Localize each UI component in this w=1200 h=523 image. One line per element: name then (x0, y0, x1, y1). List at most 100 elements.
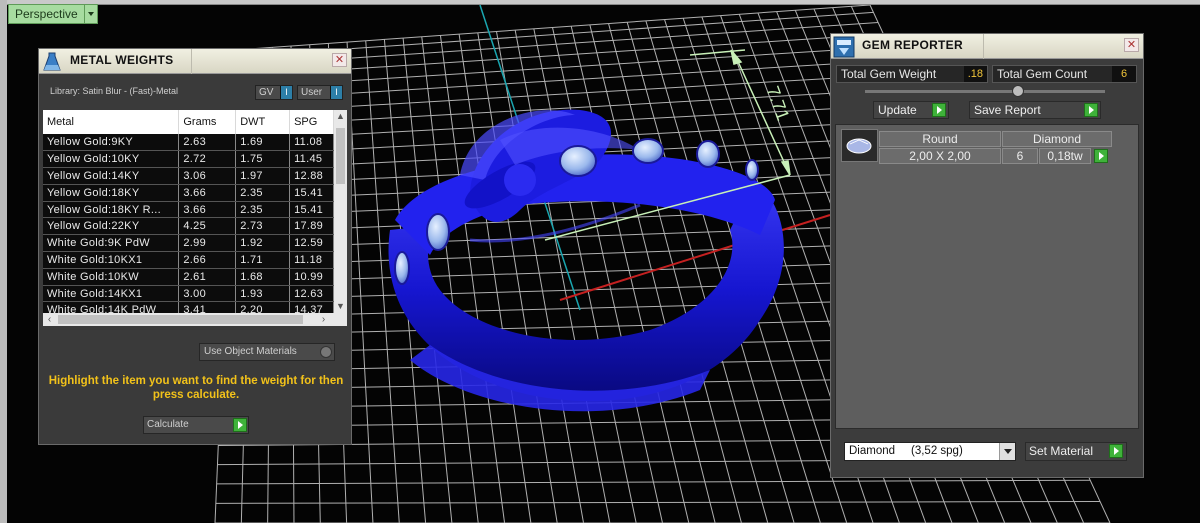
scroll-left-icon[interactable]: ‹ (43, 313, 56, 326)
use-object-materials-label: Use Object Materials (204, 346, 297, 357)
table-cell: Yellow Gold:18KY R... (43, 201, 180, 219)
gem-count: 6 (1002, 148, 1038, 164)
vertical-scrollbar[interactable]: ▲ ▼ (334, 110, 347, 313)
table-row[interactable]: White Gold:10KX1 2.66 1.71 11.18 (43, 251, 334, 269)
scroll-down-icon[interactable]: ▼ (334, 300, 347, 313)
grid-line (608, 23, 742, 523)
gem-list[interactable]: Round Diamond 2,00 X 2,00 6 0,18tw (835, 124, 1139, 429)
save-report-button[interactable]: Save Report (969, 101, 1101, 119)
table-cell: Yellow Gold:18KY (43, 184, 180, 202)
view-mode-label[interactable]: Perspective (8, 4, 85, 24)
table-row[interactable]: Yellow Gold:10KY 2.72 1.75 11.45 (43, 150, 334, 169)
view-mode-dropdown-icon[interactable] (85, 4, 98, 24)
gv-toggle[interactable]: GV I (255, 85, 293, 100)
table-cell: 12.63 (289, 285, 334, 303)
metal-weights-table[interactable]: Metal Grams DWT SPG Yellow Gold:9KY 2.63 1.69… (43, 110, 347, 326)
table-cell: White Gold:10KX1 (43, 251, 180, 269)
table-cell: 1.92 (235, 234, 291, 253)
gem-row-action[interactable] (1092, 148, 1110, 164)
gem-report-icon (833, 36, 855, 58)
table-cell: 3.66 (178, 184, 237, 202)
table-row[interactable]: Yellow Gold:18KY 3.66 2.35 15.41 (43, 184, 334, 202)
help-text: Highlight the item you want to find the … (48, 375, 344, 401)
table-cell: 2.61 (178, 268, 237, 286)
use-object-materials-checkbox[interactable]: Use Object Materials (199, 343, 335, 361)
metal-weights-titlebar[interactable]: METAL WEIGHTS ✕ (39, 49, 351, 74)
table-cell: Yellow Gold:14KY (43, 167, 180, 185)
hscroll-thumb[interactable] (58, 315, 303, 324)
grid-line (589, 24, 716, 523)
table-row[interactable]: White Gold:9K PdW 2.99 1.92 12.59 (43, 234, 334, 253)
save-report-label: Save Report (974, 103, 1041, 117)
gem-shape-header: Round (879, 131, 1001, 147)
grid-line (495, 31, 585, 523)
table-cell: Yellow Gold:9KY (43, 134, 180, 152)
total-gem-weight-value: .18 (963, 66, 987, 82)
column-header[interactable]: SPG (289, 110, 334, 134)
column-header[interactable]: Metal (43, 110, 180, 134)
table-row[interactable]: Yellow Gold:18KY R... 3.66 2.35 15.41 (43, 201, 334, 219)
set-material-label: Set Material (1029, 444, 1094, 458)
gem-reporter-titlebar[interactable]: GEM REPORTER ✕ (831, 34, 1143, 59)
play-icon[interactable] (1094, 148, 1108, 163)
grid-line (234, 4, 871, 51)
top-toolbar-strip (0, 0, 1200, 5)
view-mode-selector[interactable]: Perspective (8, 4, 98, 24)
play-icon[interactable] (233, 418, 247, 432)
table-cell: 1.71 (235, 251, 291, 269)
grid-line (477, 32, 558, 523)
table-cell: 3.66 (178, 201, 237, 219)
update-label: Update (878, 103, 917, 117)
column-header[interactable]: DWT (235, 110, 291, 134)
chevron-down-icon[interactable] (999, 443, 1015, 460)
table-cell: 2.35 (235, 201, 291, 219)
set-material-button[interactable]: Set Material (1025, 442, 1127, 461)
metal-weights-panel: METAL WEIGHTS ✕ Library: Satin Blur - (F… (38, 48, 352, 445)
user-toggle-indicator: I (330, 86, 342, 99)
play-icon[interactable] (932, 103, 946, 117)
material-select[interactable]: Diamond (3,52 spg) (844, 442, 1016, 461)
close-icon[interactable]: ✕ (332, 53, 347, 67)
update-button[interactable]: Update (873, 101, 949, 119)
table-header-row: Metal Grams DWT SPG (43, 110, 334, 134)
horizontal-scrollbar[interactable]: ‹ › (43, 313, 347, 326)
table-cell: 2.66 (178, 251, 237, 269)
close-icon[interactable]: ✕ (1124, 38, 1139, 52)
play-icon[interactable] (1109, 444, 1123, 458)
slider-knob[interactable] (1012, 85, 1024, 97)
gem-reporter-title: GEM REPORTER (862, 38, 963, 52)
column-header[interactable]: Grams (178, 110, 237, 134)
table-cell: 1.93 (235, 285, 291, 303)
user-toggle-label: User (301, 87, 323, 98)
scroll-thumb[interactable] (336, 128, 345, 184)
metal-weights-title: METAL WEIGHTS (70, 53, 174, 67)
table-row[interactable]: Yellow Gold:14KY 3.06 1.97 12.88 (43, 167, 334, 185)
scroll-right-icon[interactable]: › (317, 313, 330, 326)
table-cell: 17.89 (289, 217, 334, 236)
scroll-up-icon[interactable]: ▲ (334, 110, 347, 123)
table-cell: White Gold:14KX1 (43, 285, 180, 303)
play-icon[interactable] (1084, 103, 1098, 117)
table-row[interactable]: White Gold:14KX1 3.00 1.93 12.63 (43, 285, 334, 303)
library-label: Library: Satin Blur - (Fast)-Metal (50, 86, 179, 96)
gem-reporter-panel: GEM REPORTER ✕ Total Gem Weight .18 Tota… (830, 33, 1144, 478)
total-gem-count-value: 6 (1112, 66, 1136, 82)
table-row[interactable]: Yellow Gold:22KY 4.25 2.73 17.89 (43, 217, 334, 236)
table-cell: 12.88 (289, 167, 334, 185)
table-cell: 2.72 (178, 150, 237, 169)
gem-slider[interactable] (865, 85, 1105, 97)
calculate-button[interactable]: Calculate (143, 416, 249, 434)
table-cell: 3.06 (178, 167, 237, 185)
radio-icon[interactable] (320, 346, 332, 358)
table-row[interactable]: Yellow Gold:9KY 2.63 1.69 11.08 (43, 134, 334, 152)
table-cell: 2.63 (178, 134, 237, 152)
user-toggle[interactable]: User I (297, 85, 343, 100)
table-cell: 15.41 (289, 201, 334, 219)
calculate-label: Calculate (147, 419, 189, 430)
gem-size: 2,00 X 2,00 (879, 148, 1001, 164)
total-gem-count-field: Total Gem Count 6 (992, 65, 1137, 83)
table-cell: 11.45 (289, 150, 334, 169)
table-cell: 2.35 (235, 184, 291, 202)
table-row[interactable]: White Gold:10KW 2.61 1.68 10.99 (43, 268, 334, 286)
table-cell: 12.59 (289, 234, 334, 253)
